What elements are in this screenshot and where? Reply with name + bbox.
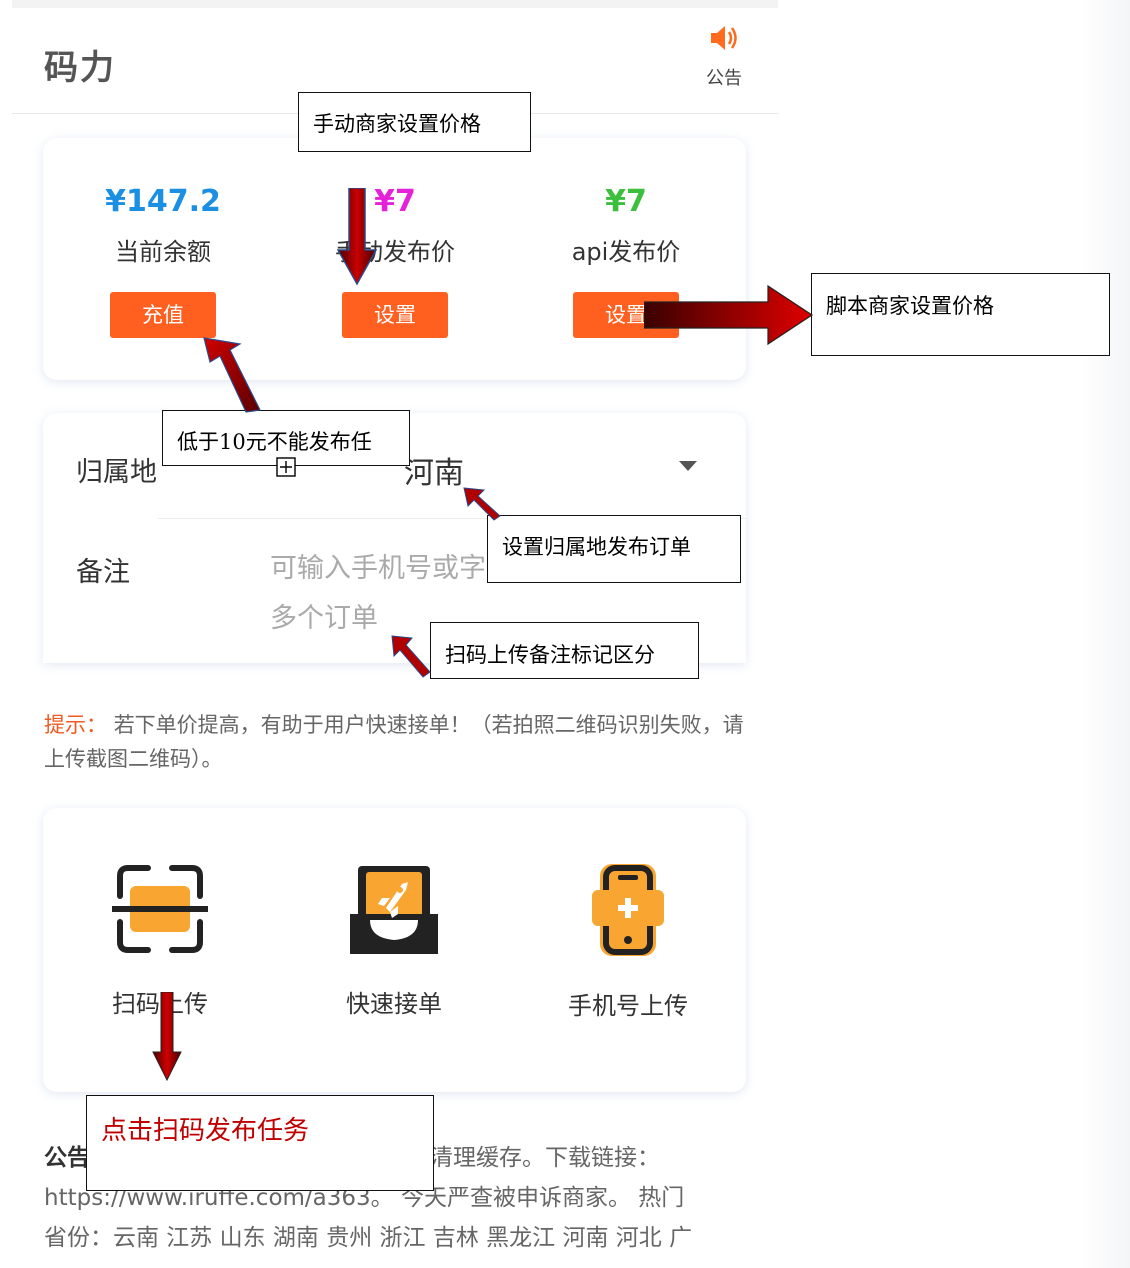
api-price-value: ¥7 [605,184,647,219]
page-edge-shade [1080,0,1130,1268]
status-strip [12,0,778,8]
dropdown-arrow-icon[interactable] [678,460,698,472]
phone-add-icon [592,864,664,956]
notice-button[interactable]: 公告 [698,24,750,96]
manual-price-set-button[interactable]: 设置 [342,292,448,338]
manual-price-value: ¥7 [374,184,416,219]
phone-upload-label: 手机号上传 [568,992,688,1020]
speaker-icon [711,26,737,50]
region-label: 归属地 [76,457,157,488]
up-arrow-region [463,487,501,521]
expand-box-icon [276,457,296,477]
click-scan-callout: 点击扫码发布任务 [86,1095,434,1191]
manual-price-column: ¥7 手动发布价 [295,182,495,267]
recharge-button[interactable]: 充值 [110,292,216,338]
tip-body: 若下单价提高，有助于用户快速接单！（若拍照二维码识别失败，请上传截图二维码）。 [44,713,744,771]
balance-value: ¥147.2 [105,184,221,219]
remark-label: 备注 [76,557,130,588]
region-select[interactable]: 河南 [404,448,464,492]
api-price-column: ¥7 api发布价 [526,182,726,267]
announcement-line-3: 省份：云南 江苏 山东 湖南 贵州 浙江 吉林 黑龙江 河南 河北 广 [44,1225,693,1251]
tip-prefix: 提示： [44,713,107,737]
phone-upload-action[interactable]: 手机号上传 [528,862,728,1021]
api-price-label: api发布价 [571,238,681,266]
notice-label: 公告 [706,68,742,89]
region-order-callout: 设置归属地发布订单 [487,515,741,583]
scan-remark-callout: 扫码上传备注标记区分 [430,622,699,679]
announcement-prefix: 公告 [44,1145,90,1171]
quick-accept-label: 快速接单 [346,990,442,1018]
manual-price-label: 手动发布价 [335,238,455,266]
down-arrow-manual-price [337,188,377,286]
tip-text: 提示： 若下单价提高，有助于用户快速接单！（若拍照二维码识别失败，请上传截图二维… [44,708,754,776]
up-arrow-recharge [203,337,261,413]
announcement-line1-text: 清理缓存。下载链接： [430,1145,660,1171]
scan-icon [112,865,208,953]
manual-price-callout: 手动商家设置价格 [298,92,531,152]
up-arrow-remark [391,635,431,678]
script-price-callout: 脚本商家设置价格 [811,273,1110,356]
right-arrow-script-price [644,284,814,346]
down-arrow-scan [152,992,182,1082]
balance-column: ¥147.2 当前余额 [63,182,263,267]
quick-accept-action[interactable]: 快速接单 [294,862,494,1019]
balance-label: 当前余额 [115,238,211,266]
app-screen: 码力 公告 ¥147.2 当前余额 ¥7 手动发布价 ¥7 api发布价 充值 … [0,0,1130,1268]
rocket-icon [350,866,438,954]
page-title: 码力 [44,48,116,88]
